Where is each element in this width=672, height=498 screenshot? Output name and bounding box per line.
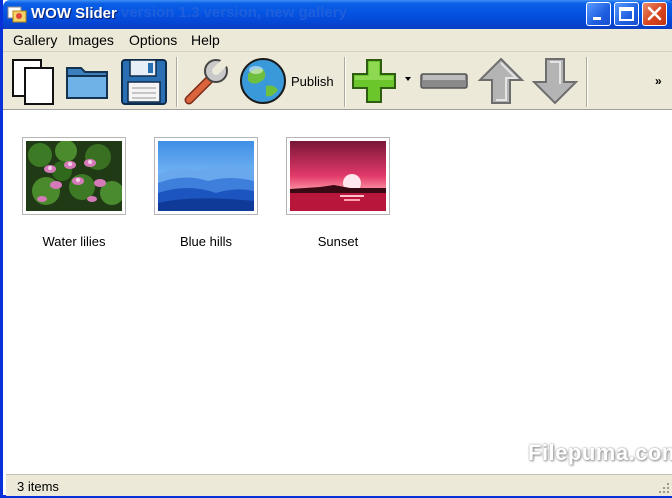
caption-sunset: Sunset: [317, 234, 359, 249]
new-document-icon[interactable]: [9, 56, 59, 106]
caption-blue-hills: Blue hills: [179, 234, 233, 249]
gallery-list: Water lilies Blue hills Sunset: [6, 110, 672, 474]
watermark: Filepuma.com: [528, 440, 672, 465]
maximize-icon: [619, 7, 634, 21]
toolbar-overflow-chevron[interactable]: »: [655, 74, 662, 88]
app-window: version 1.3 version, new gallery WOW Sli…: [0, 0, 672, 498]
menu-options[interactable]: Options: [129, 32, 177, 48]
close-icon: [647, 6, 662, 21]
dropdown-arrow-icon[interactable]: [403, 74, 413, 84]
menu-help[interactable]: Help: [191, 32, 220, 48]
window-title: WOW Slider: [31, 5, 117, 22]
resize-grip-icon[interactable]: [658, 482, 670, 494]
status-item-count: 3 items: [17, 479, 59, 494]
close-button[interactable]: [642, 2, 667, 26]
thumbnail-sunset[interactable]: [286, 137, 390, 215]
remove-minus-icon[interactable]: [417, 56, 471, 106]
globe-icon[interactable]: [238, 56, 288, 106]
caption-water-lilies: Water lilies: [42, 234, 106, 249]
blue-hills-image: [158, 141, 254, 211]
app-logo-icon: [7, 6, 27, 23]
menu-bar: Gallery Images Options Help: [3, 29, 672, 52]
title-ghost-text: version 1.3 version, new gallery: [121, 4, 347, 21]
open-folder-icon[interactable]: [63, 56, 113, 106]
menu-images[interactable]: Images: [68, 32, 114, 48]
sunset-image: [290, 141, 386, 211]
menu-gallery[interactable]: Gallery: [13, 32, 57, 48]
toolbar-separator: [586, 57, 588, 107]
water-lilies-image: [26, 141, 122, 211]
title-bar[interactable]: version 1.3 version, new gallery WOW Sli…: [3, 0, 672, 29]
move-down-arrow-icon[interactable]: [530, 56, 580, 106]
publish-label[interactable]: Publish: [291, 74, 334, 89]
toolbar: Publish »: [3, 52, 672, 110]
maximize-button[interactable]: [614, 2, 639, 26]
thumbnail-water-lilies[interactable]: [22, 137, 126, 215]
wrench-icon[interactable]: [181, 56, 231, 106]
move-up-arrow-icon[interactable]: [476, 56, 526, 106]
save-disk-icon[interactable]: [118, 56, 170, 106]
add-plus-icon[interactable]: [349, 56, 399, 106]
minimize-button[interactable]: [586, 2, 611, 26]
toolbar-separator: [344, 57, 346, 107]
minimize-icon: [593, 17, 601, 20]
toolbar-separator: [176, 57, 178, 107]
thumbnail-blue-hills[interactable]: [154, 137, 258, 215]
status-bar: 3 items: [6, 474, 672, 496]
